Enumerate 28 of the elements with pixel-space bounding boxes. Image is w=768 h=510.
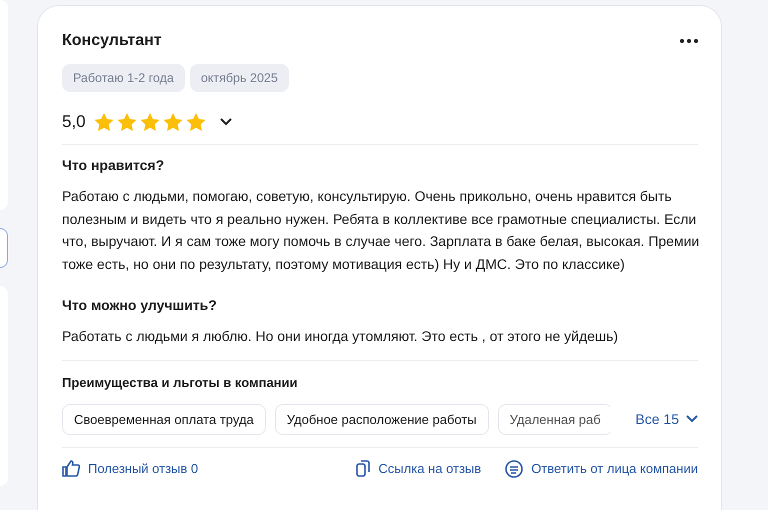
- chevron-down-icon[interactable]: [220, 118, 232, 126]
- message-icon: [505, 460, 524, 478]
- star-icon: [140, 112, 160, 132]
- review-text: Работаю с людьми, помогаю, советую, консультирую. Очень прикольно, очень нравится быть полезным и видеть что я реально нужен. Ребята в коллективе все грамотные специалисты. Если что, выручают. И я сам тоже могу помочь в случае чего. Зарплата в баке белая, высокая. Премии тоже есть, но они по результату, поэтому мотивация есть) Ну и ДМС. Это по классике): [62, 187, 700, 274]
- side-field[interactable]: [0, 228, 8, 268]
- benefit-chip: Удаленная раб: [498, 404, 613, 434]
- chevron-down-icon: [686, 415, 698, 423]
- review-text: Работать с людьми я люблю. Но они иногда утомляют. Это есть , от этого не уйдешь): [62, 327, 620, 346]
- section-heading: Что нравится?: [62, 157, 166, 173]
- review-link[interactable]: Ссылка на отзыв: [356, 460, 482, 477]
- section-heading: Что можно улучшить?: [62, 297, 218, 313]
- tag: Работаю 1-2 года: [62, 64, 185, 92]
- reply-link[interactable]: Ответить от лица компании: [505, 460, 698, 478]
- copy-icon: [356, 460, 370, 477]
- show-all-button[interactable]: Все 15: [635, 411, 698, 427]
- benefit-chip: Удобное расположение работы: [274, 404, 489, 434]
- position-title: Консультант: [62, 32, 162, 50]
- tag: октябрь 2025: [190, 64, 289, 92]
- helpful-link[interactable]: Полезный отзыв 0: [62, 460, 198, 477]
- thumbs-up-icon: [62, 460, 80, 477]
- star-icon: [94, 112, 114, 132]
- star-icon: [186, 112, 206, 132]
- more-icon[interactable]: [680, 39, 698, 43]
- star-icon: [162, 112, 183, 132]
- star-icon: [116, 112, 137, 132]
- benefit-chip: Своевременная оплата труда: [62, 404, 266, 434]
- benefits-heading: Преимущества и льготы в компании: [62, 374, 299, 390]
- rating-value: 5,0: [62, 112, 86, 132]
